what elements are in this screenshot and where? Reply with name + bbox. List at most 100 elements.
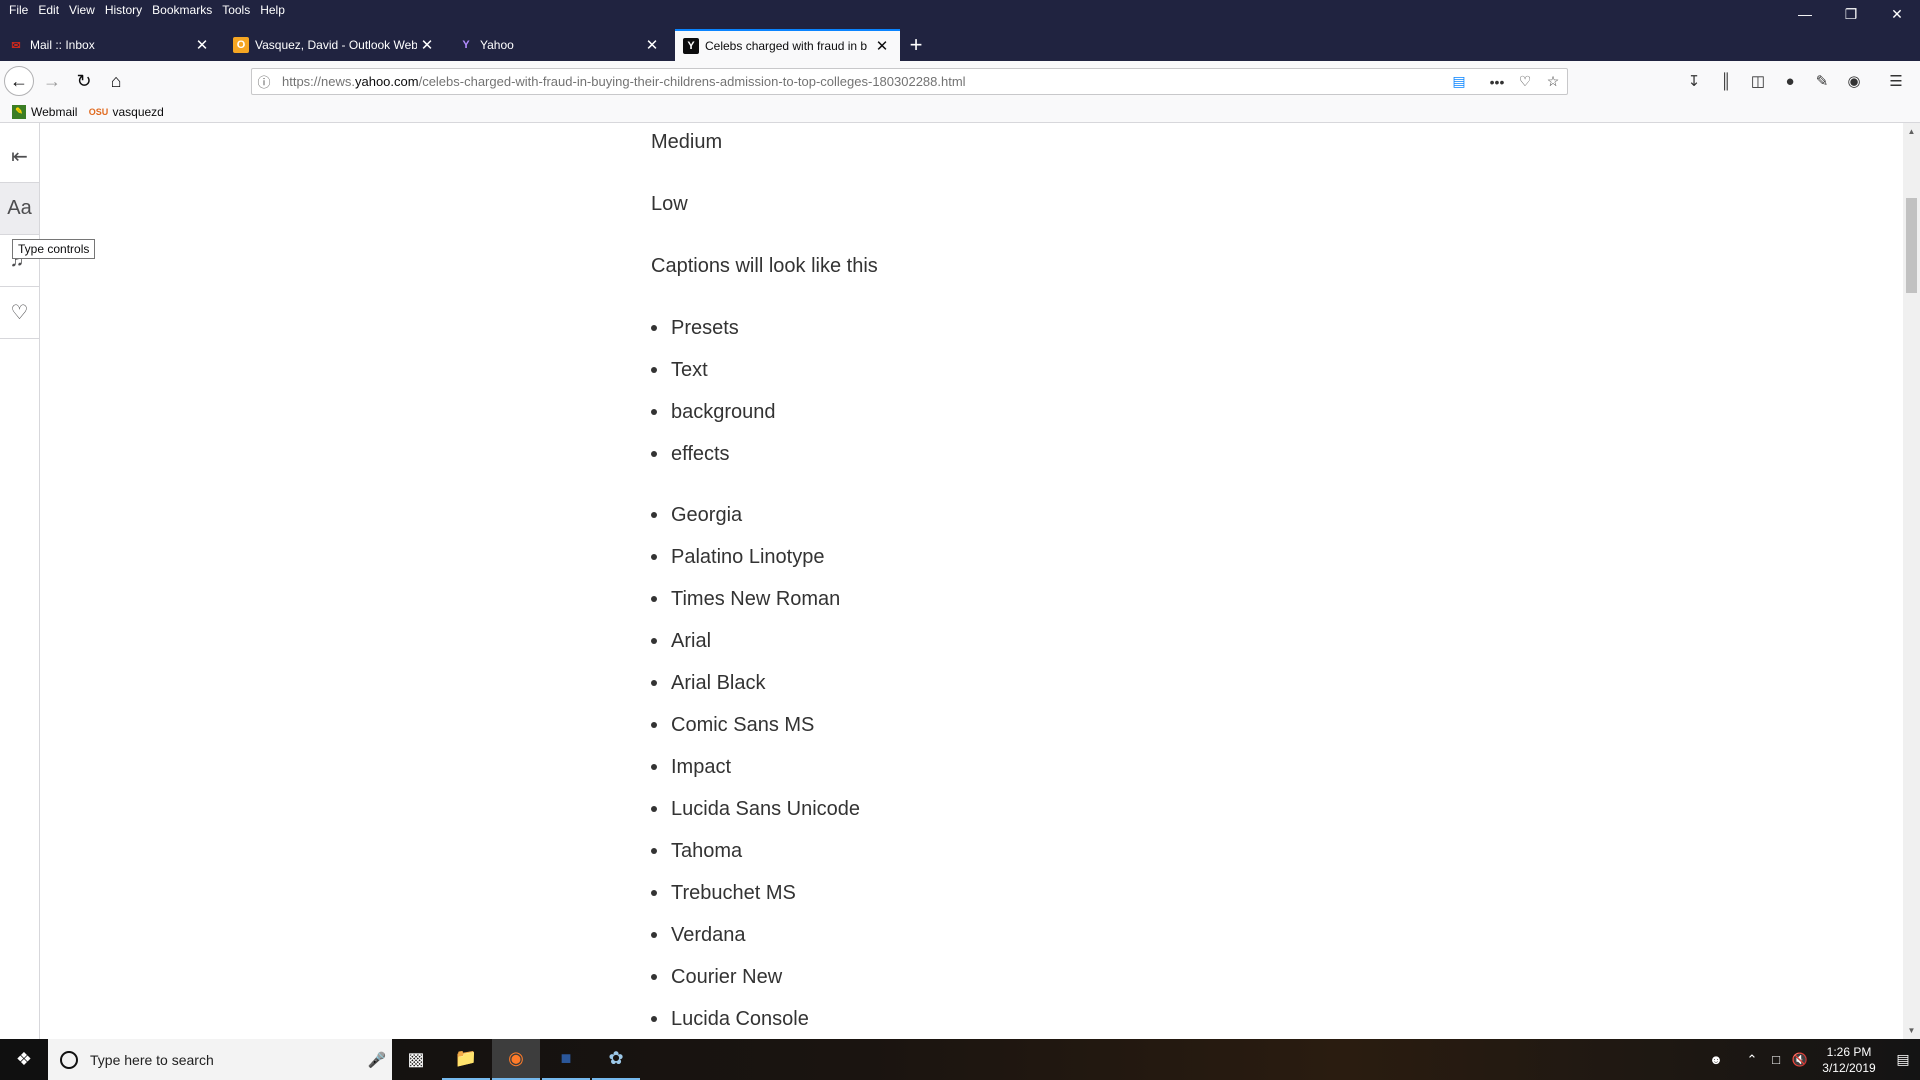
network-icon[interactable]: □ [1764,1052,1788,1067]
osu-icon: OSU [88,106,109,117]
menu-bookmarks[interactable]: Bookmarks [147,0,217,20]
tab-title: Vasquez, David - Outlook Web [255,38,417,52]
url-bar[interactable]: ⓘ https://news.yahoo.com/celebs-charged-… [251,68,1568,95]
list-item: Georgia [651,494,860,536]
reload-icon[interactable]: ↻ [70,67,98,95]
reader-view-content: ⇤ Aa ♬ ♡ Type controls Medium Low Captio… [0,123,1920,1039]
cortana-icon [60,1050,78,1069]
tab-mail-inbox[interactable]: ✉ Mail :: Inbox ✕ [0,29,220,61]
webmail-icon: ✎ [12,104,26,119]
people-icon[interactable]: ☻ [1704,1052,1728,1067]
pocket-icon[interactable]: ♡ [0,287,39,339]
yahoo-news-icon: Y [683,38,699,54]
downloads-icon[interactable]: ↧ [1678,68,1710,94]
close-window-icon[interactable]: ✕ [1874,0,1920,28]
close-icon[interactable]: ✕ [642,35,662,55]
tab-strip: ✉ Mail :: Inbox ✕ O Vasquez, David - Out… [0,29,1920,61]
menu-history[interactable]: History [100,0,147,20]
paragraph: Captions will look like this [651,255,878,277]
window-controls: — ❐ ✕ [1782,0,1920,28]
minimize-icon[interactable]: — [1782,0,1828,28]
site-info-icon[interactable]: ⓘ [252,72,276,91]
close-icon[interactable]: ✕ [417,35,437,55]
vertical-scrollbar[interactable]: ▲ ▼ [1903,123,1920,1039]
list-item: Verdana [651,914,860,956]
toolbar-right: ↧ ║ ◫ ● ✎ ◉ ☰ [1678,68,1912,94]
bookmark-star-icon[interactable]: ☆ [1539,69,1567,94]
scroll-up-icon[interactable]: ▲ [1903,123,1920,140]
menu-bar: File Edit View History Bookmarks Tools H… [4,0,290,20]
yahoo-icon: Y [462,39,470,51]
close-icon[interactable]: ✕ [872,36,892,56]
tab-title: Yahoo [480,38,514,52]
list-item: Arial Black [651,662,860,704]
extension-globe-icon[interactable]: ◉ [1838,68,1870,94]
taskbar: ❖ Type here to search 🎤 ▩ 📁 ◉ ■ ✿ ☻ ⌃ □ … [0,1039,1920,1080]
list-item: Palatino Linotype [651,536,860,578]
reader-toolbar: ⇤ Aa ♬ ♡ [0,123,40,1039]
menu-tools[interactable]: Tools [217,0,255,20]
url-text[interactable]: https://news.yahoo.com/celebs-charged-wi… [282,74,1445,89]
list-item: Text [651,349,776,391]
clock-time: 1:26 PM [1826,1044,1872,1059]
menu-file[interactable]: File [4,0,33,20]
scroll-thumb[interactable] [1906,198,1917,293]
bookmarks-bar: ✎ Webmail OSU vasquezd [0,101,1920,123]
hamburger-menu-icon[interactable]: ☰ [1880,68,1912,94]
window-titlebar: File Edit View History Bookmarks Tools H… [0,0,1920,29]
eyedropper-icon[interactable]: ✎ [1806,68,1838,94]
system-tray: ☻ ⌃ □ 🔇 1:26 PM 3/12/2019 ▤ [1704,1039,1920,1080]
scroll-down-icon[interactable]: ▼ [1903,1022,1920,1039]
tab-outlook[interactable]: O Vasquez, David - Outlook Web ✕ [225,29,445,61]
paragraph: Medium [651,131,723,153]
new-tab-icon[interactable]: + [904,29,928,61]
list-item: Impact [651,746,860,788]
action-center-icon[interactable]: ▤ [1886,1051,1920,1068]
close-icon[interactable]: ✕ [192,35,212,55]
tab-yahoo[interactable]: Y Yahoo ✕ [450,29,670,61]
clock-date: 3/12/2019 [1822,1060,1876,1075]
tab-celebs-article[interactable]: Y Celebs charged with fraud in b ✕ [675,29,900,61]
paragraph: Low [651,193,688,215]
reader-view-icon[interactable]: ▤ [1445,69,1473,94]
home-icon[interactable]: ⌂ [102,67,130,95]
list-item: Comic Sans MS [651,704,860,746]
show-hidden-icons-icon[interactable]: ⌃ [1740,1052,1764,1068]
page-actions-icon[interactable]: ••• [1483,69,1511,94]
taskbar-search-box[interactable]: Type here to search 🎤 [48,1039,392,1080]
list-item: Arial [651,620,860,662]
list-presets: Presets Text background effects [651,307,776,475]
list-item: effects [651,433,776,475]
tooltip-type-controls: Type controls [12,239,96,259]
close-reader-view-icon[interactable]: ⇤ [0,131,39,183]
pocket-icon[interactable]: ♡ [1511,69,1539,94]
menu-edit[interactable]: Edit [33,0,64,20]
mail-icon: ✉ [11,39,21,52]
sidebar-icon[interactable]: ◫ [1742,68,1774,94]
clock[interactable]: 1:26 PM 3/12/2019 [1812,1044,1886,1076]
back-icon[interactable]: ← [4,66,34,96]
menu-help[interactable]: Help [255,0,290,20]
search-placeholder: Type here to search [90,1051,214,1068]
file-explorer-icon[interactable]: 📁 [442,1039,490,1080]
extension-icon[interactable]: ● [1774,68,1806,94]
bookmark-vasquezd[interactable]: OSU vasquezd [88,105,164,119]
windows-start-icon[interactable]: ❖ [0,1039,48,1080]
forward-icon[interactable]: → [38,67,66,95]
type-controls-button[interactable]: Aa [0,183,39,235]
menu-view[interactable]: View [64,0,100,20]
microphone-icon[interactable]: 🎤 [362,1051,392,1069]
tab-title: Mail :: Inbox [30,38,95,52]
outlook-icon: O [233,37,249,53]
volume-icon[interactable]: 🔇 [1788,1052,1812,1068]
nav-toolbar: ← → ↻ ⌂ ⓘ https://news.yahoo.com/celebs-… [0,61,1920,101]
task-view-icon[interactable]: ▩ [392,1039,440,1080]
word-icon[interactable]: ■ [542,1039,590,1080]
app-icon[interactable]: ✿ [592,1039,640,1080]
list-item: Trebuchet MS [651,872,860,914]
library-icon[interactable]: ║ [1710,68,1742,94]
firefox-icon[interactable]: ◉ [492,1039,540,1080]
bookmark-webmail[interactable]: ✎ Webmail [12,104,77,119]
restore-icon[interactable]: ❐ [1828,0,1874,28]
list-item: Lucida Console [651,998,860,1039]
